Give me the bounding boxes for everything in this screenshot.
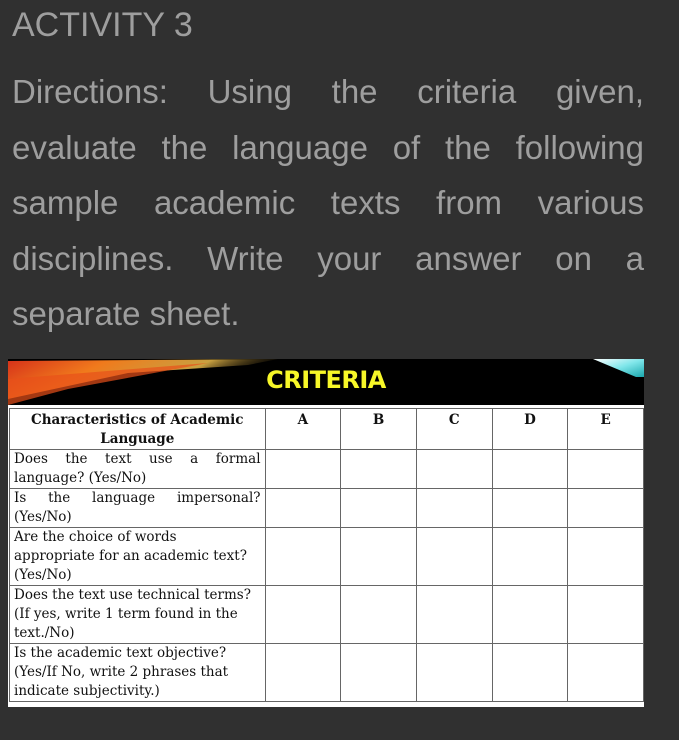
cell-c xyxy=(415,527,493,586)
criterion-objective: Is the academic text objective? (Yes/If … xyxy=(9,643,266,702)
cell-d xyxy=(491,449,569,489)
table-header-row: Characteristics of Academic Language A B… xyxy=(9,408,644,450)
cell-d xyxy=(491,527,569,586)
table-row: Are the choice of words appropriate for … xyxy=(9,527,644,586)
cell-d xyxy=(491,643,569,702)
criterion-formal: Does the text use a formal language? (Ye… xyxy=(9,449,266,489)
criteria-banner: CRITERIA xyxy=(8,359,644,405)
banner-title: CRITERIA xyxy=(266,366,386,394)
criterion-word-choice: Are the choice of words appropriate for … xyxy=(9,527,266,586)
table-row: Does the text use a formal language? (Ye… xyxy=(9,449,644,489)
cell-e xyxy=(567,585,644,644)
table-row: Is the academic text objective? (Yes/If … xyxy=(9,643,644,702)
cell-a xyxy=(264,585,342,644)
directions-text: Directions: Using the criteria given, ev… xyxy=(12,73,644,332)
cell-a xyxy=(264,527,342,586)
cell-a xyxy=(264,449,342,489)
criterion-impersonal: Is the language impersonal? (Yes/No) xyxy=(9,488,266,528)
cell-a xyxy=(264,643,342,702)
criteria-table: Characteristics of Academic Language A B… xyxy=(9,408,644,702)
cell-d xyxy=(491,488,569,528)
cell-e xyxy=(567,449,644,489)
cell-c xyxy=(415,488,493,528)
cell-b xyxy=(340,527,417,586)
cell-b xyxy=(340,488,417,528)
cell-c xyxy=(415,585,493,644)
cell-e xyxy=(567,643,644,702)
cell-b xyxy=(340,643,417,702)
header-characteristics: Characteristics of Academic Language xyxy=(9,408,266,450)
table-row: Does the text use technical terms? (If y… xyxy=(9,585,644,644)
cell-e xyxy=(567,527,644,586)
criterion-technical-terms: Does the text use technical terms? (If y… xyxy=(9,585,266,644)
cell-e xyxy=(567,488,644,528)
header-d: D xyxy=(491,408,569,450)
header-b: B xyxy=(340,408,417,450)
activity-title: ACTIVITY 3 xyxy=(12,6,193,44)
criteria-document: CRITERIA Characteristics of Academic Lan… xyxy=(8,359,644,707)
header-a: A xyxy=(264,408,342,450)
header-e: E xyxy=(567,408,644,450)
cell-b xyxy=(340,585,417,644)
cell-b xyxy=(340,449,417,489)
cell-c xyxy=(415,643,493,702)
cell-a xyxy=(264,488,342,528)
table-row: Is the language impersonal? (Yes/No) xyxy=(9,488,644,528)
cell-c xyxy=(415,449,493,489)
header-c: C xyxy=(415,408,493,450)
cell-d xyxy=(491,585,569,644)
